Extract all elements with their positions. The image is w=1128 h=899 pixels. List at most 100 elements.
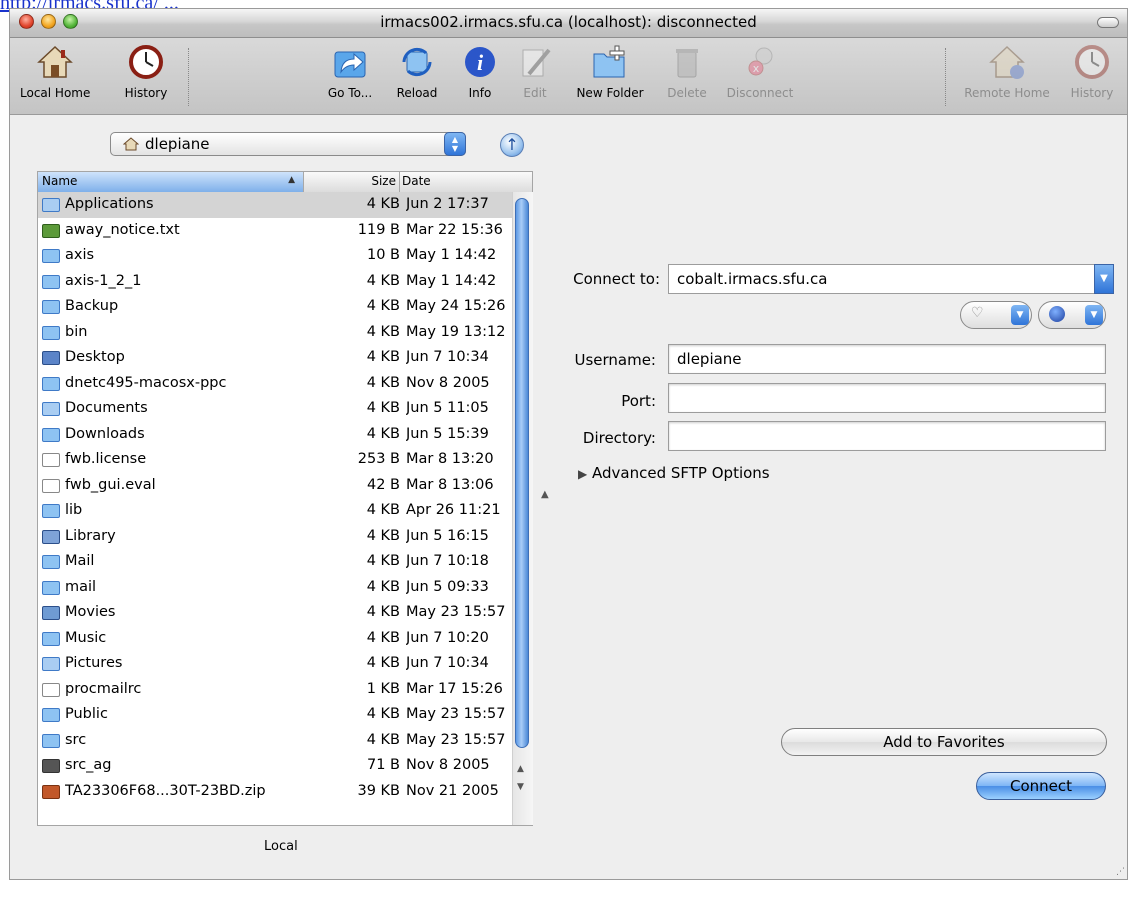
file-row[interactable]: procmailrc 1 KB Mar 17 15:26 [38, 677, 512, 703]
file-row[interactable]: Applications 4 KB Jun 2 17:37 [38, 192, 512, 218]
file-date: Mar 17 15:26 [406, 680, 503, 697]
file-row[interactable]: Desktop 4 KB Jun 7 10:34 [38, 345, 512, 371]
toolbar-separator [188, 48, 189, 106]
scroll-down-arrow-icon[interactable]: ▼ [517, 782, 524, 792]
delete-button[interactable]: Delete [662, 42, 712, 100]
title-bar[interactable]: irmacs002.irmacs.sfu.ca (localhost): dis… [10, 9, 1127, 38]
file-size: 4 KB [366, 196, 400, 212]
remote-home-button[interactable]: Remote Home [955, 42, 1059, 100]
file-date: Nov 21 2005 [406, 782, 499, 799]
file-size: 10 B [366, 247, 400, 263]
history-right-button[interactable]: History [1062, 42, 1122, 100]
connect-to-combobox[interactable]: cobalt.irmacs.sfu.ca ▼ [668, 264, 1114, 294]
username-field[interactable]: dlepiane [668, 344, 1106, 374]
file-date: Jun 5 15:39 [406, 425, 489, 442]
file-name: Pictures [65, 655, 123, 671]
file-row[interactable]: dnetc495-macosx-ppc 4 KB Nov 8 2005 [38, 371, 512, 397]
file-name: Mail [65, 553, 95, 569]
local-home-button[interactable]: Local Home [20, 42, 90, 100]
advanced-sftp-options-toggle[interactable]: ▶ Advanced SFTP Options [578, 464, 770, 482]
file-row[interactable]: Library 4 KB Jun 5 16:15 [38, 524, 512, 550]
file-row[interactable]: Public 4 KB May 23 15:57 [38, 702, 512, 728]
disconnect-icon: x [740, 42, 780, 82]
split-view-handle[interactable]: ▲ [541, 489, 549, 500]
file-date: May 23 15:57 [406, 604, 506, 620]
file-date: Nov 8 2005 [406, 757, 490, 773]
trash-icon [667, 42, 707, 82]
port-label: Port: [621, 392, 656, 410]
home-folder-icon [122, 137, 140, 155]
file-row[interactable]: Mail 4 KB Jun 7 10:18 [38, 549, 512, 575]
port-field[interactable] [668, 383, 1106, 413]
file-date: Mar 22 15:36 [406, 221, 503, 238]
file-row[interactable]: Movies 4 KB May 23 15:57 [38, 600, 512, 626]
combo-dropdown-arrow-icon[interactable]: ▼ [1094, 264, 1114, 294]
file-row[interactable]: fwb.license 253 B Mar 8 13:20 [38, 447, 512, 473]
folder-desktop-icon [42, 351, 60, 365]
go-to-arrow-icon [330, 42, 370, 82]
directory-field[interactable] [668, 421, 1106, 451]
scroll-up-arrow-icon[interactable]: ▲ [517, 764, 524, 774]
file-row[interactable]: TA23306F68...30T-23BD.zip 39 KB Nov 21 200… [38, 779, 512, 805]
add-to-favorites-button[interactable]: Add to Favorites [781, 728, 1107, 756]
name-column-header[interactable]: Name ▲ [38, 172, 304, 192]
file-row[interactable]: Downloads 4 KB Jun 5 15:39 [38, 422, 512, 448]
date-column-header[interactable]: Date [402, 174, 431, 188]
folder-icon [42, 300, 60, 314]
info-icon: i [460, 42, 500, 82]
new-folder-button[interactable]: New Folder [570, 42, 650, 100]
resize-grip-icon[interactable]: ⋰ [1116, 867, 1125, 877]
parent-folder-up-button[interactable]: ↑ [500, 133, 524, 157]
file-size: 4 KB [366, 604, 400, 620]
file-row[interactable]: Documents 4 KB Jun 5 11:05 [38, 396, 512, 422]
file-name: dnetc495-macosx-ppc [65, 374, 227, 391]
file-row[interactable]: axis 10 B May 1 14:42 [38, 243, 512, 269]
history-right-label: History [1070, 86, 1114, 100]
file-name: Library [65, 527, 116, 544]
connect-to-label: Connect to: [573, 270, 660, 288]
file-size: 119 B [357, 221, 400, 238]
file-row[interactable]: src_ag 71 B Nov 8 2005 [38, 753, 512, 779]
reload-button[interactable]: Reload [390, 42, 444, 100]
file-size: 4 KB [366, 629, 400, 646]
file-name: Downloads [65, 425, 145, 442]
bookmarks-popup[interactable]: ♡ ▼ [960, 301, 1032, 329]
local-path-popup[interactable]: dlepiane ▲ ▼ [110, 132, 466, 156]
file-name: Movies [65, 604, 116, 620]
sftp-window: irmacs002.irmacs.sfu.ca (localhost): dis… [9, 8, 1128, 880]
folder-library-icon [42, 529, 60, 544]
file-row[interactable]: lib 4 KB Apr 26 11:21 [38, 498, 512, 524]
history-left-button[interactable]: History [118, 42, 174, 100]
file-row[interactable]: away_notice.txt 119 B Mar 22 15:36 [38, 218, 512, 244]
file-row[interactable]: fwb_gui.eval 42 B Mar 8 13:06 [38, 473, 512, 499]
dropdown-arrow-icon: ▼ [1011, 305, 1029, 325]
file-size: 1 KB [366, 680, 400, 697]
info-button[interactable]: i Info [458, 42, 502, 100]
rendezvous-popup[interactable]: ▼ [1038, 301, 1106, 329]
file-row[interactable]: axis-1_2_1 4 KB May 1 14:42 [38, 269, 512, 295]
file-name: procmailrc [65, 680, 142, 697]
file-row[interactable]: mail 4 KB Jun 5 09:33 [38, 575, 512, 601]
globe-icon [1049, 306, 1065, 322]
disconnect-button[interactable]: x Disconnect [720, 42, 800, 100]
file-size: 4 KB [366, 349, 400, 365]
file-date: May 1 14:42 [406, 272, 497, 289]
size-column-header[interactable]: Size [304, 172, 400, 192]
connect-button[interactable]: Connect [976, 772, 1106, 800]
folder-public-icon [42, 708, 60, 722]
file-row[interactable]: src 4 KB May 23 15:57 [38, 728, 512, 754]
file-name: axis-1_2_1 [65, 272, 142, 289]
file-size: 4 KB [366, 272, 400, 289]
file-name: axis [65, 247, 95, 263]
file-date: Mar 8 13:06 [406, 476, 494, 493]
toolbar-toggle-button[interactable] [1097, 17, 1119, 28]
file-row[interactable]: bin 4 KB May 19 13:12 [38, 320, 512, 346]
file-row[interactable]: Music 4 KB Jun 7 10:20 [38, 626, 512, 652]
text-file-icon [42, 223, 60, 238]
go-to-button[interactable]: Go To... [322, 42, 378, 100]
file-row[interactable]: Pictures 4 KB Jun 7 10:34 [38, 651, 512, 677]
file-row[interactable]: Backup 4 KB May 24 15:26 [38, 294, 512, 320]
edit-button[interactable]: Edit [513, 42, 557, 100]
go-to-label: Go To... [327, 86, 373, 100]
svg-text:i: i [477, 50, 484, 75]
